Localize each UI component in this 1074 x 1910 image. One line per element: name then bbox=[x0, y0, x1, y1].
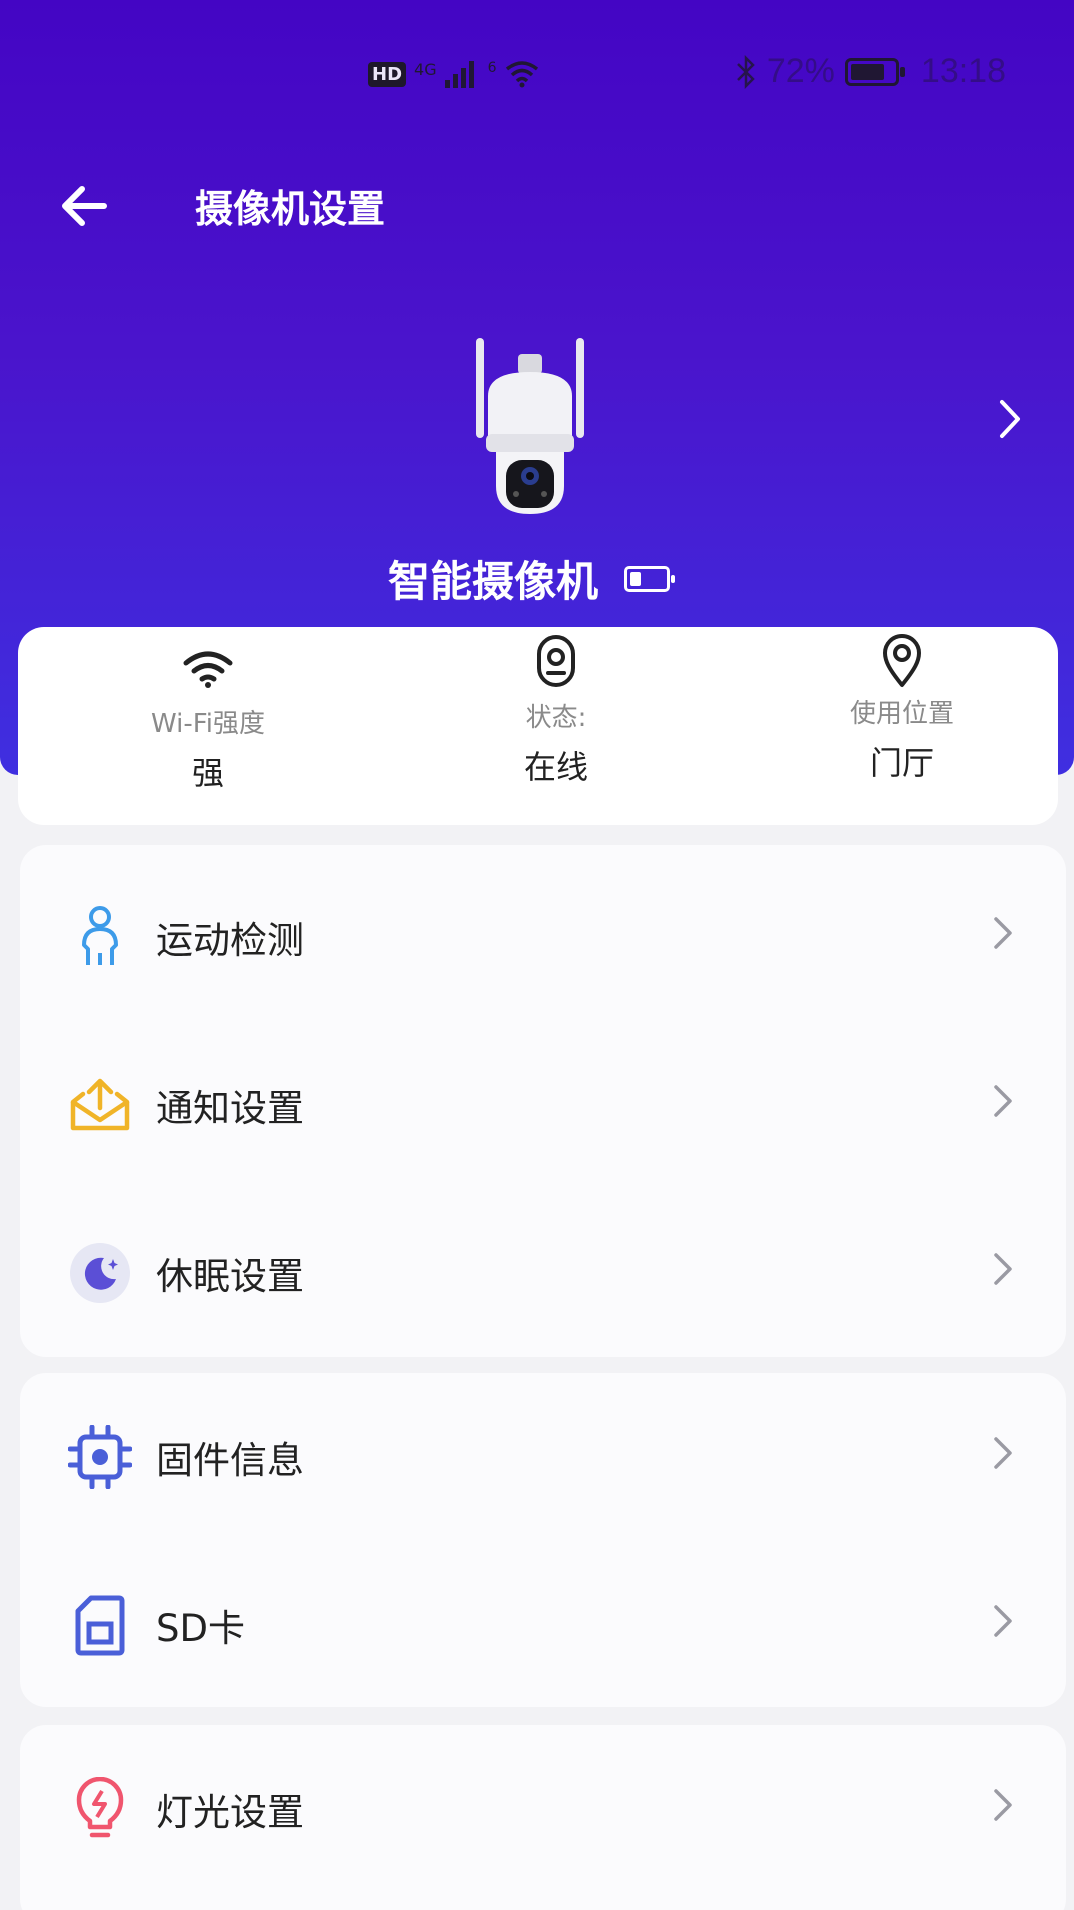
back-button[interactable] bbox=[56, 176, 116, 236]
settings-group-3: 灯光设置 bbox=[20, 1725, 1066, 1910]
lightbulb-icon bbox=[76, 1777, 124, 1838]
signal-icon bbox=[444, 60, 474, 88]
row-firmware-info[interactable]: 固件信息 bbox=[20, 1373, 1066, 1541]
location-label: 使用位置 bbox=[849, 699, 954, 729]
settings-group-1: 运动检测 通知设置 休眠设置 bbox=[20, 845, 1066, 1357]
camera-status-icon bbox=[537, 635, 575, 687]
wifi-strength-label: Wi-Fi强度 bbox=[150, 709, 266, 739]
row-light-settings[interactable]: 灯光设置 bbox=[20, 1725, 1066, 1893]
battery-icon bbox=[844, 57, 905, 86]
row-label: SD卡 bbox=[156, 1607, 245, 1650]
wifi-status-icon bbox=[505, 61, 538, 88]
row-label: 运动检测 bbox=[156, 919, 304, 962]
row-label: 固件信息 bbox=[156, 1439, 304, 1482]
device-info-card: Wi-Fi强度 强 状态: 在线 使用位置 门厅 bbox=[18, 627, 1058, 825]
chevron-right-icon bbox=[994, 917, 1012, 949]
person-icon bbox=[82, 906, 118, 965]
status-bar: HD 4G 6 72% 13:18 bbox=[0, 50, 1074, 100]
status-item: 状态: 在线 bbox=[426, 627, 686, 788]
wifi-strength-value: 强 bbox=[191, 754, 224, 792]
sd-card-icon bbox=[75, 1595, 125, 1656]
row-sleep-settings[interactable]: 休眠设置 bbox=[20, 1189, 1066, 1357]
row-motion-detection[interactable]: 运动检测 bbox=[20, 853, 1066, 1021]
status-value: 在线 bbox=[523, 748, 588, 786]
wifi-badge: 6 bbox=[487, 60, 497, 76]
device-battery-icon bbox=[624, 565, 676, 592]
device-name: 智能摄像机 bbox=[388, 548, 676, 609]
bluetooth-icon bbox=[736, 54, 755, 89]
location-item[interactable]: 使用位置 门厅 bbox=[772, 627, 1032, 784]
location-value: 门厅 bbox=[869, 744, 934, 782]
chevron-right-icon bbox=[994, 1789, 1012, 1821]
row-label: 灯光设置 bbox=[156, 1791, 304, 1834]
chevron-right-icon bbox=[994, 1437, 1012, 1469]
page-title: 摄像机设置 bbox=[195, 187, 386, 231]
camera-image bbox=[476, 338, 584, 514]
network-type: 4G bbox=[414, 60, 437, 79]
wifi-strength-item: Wi-Fi强度 强 bbox=[78, 627, 338, 794]
hd-badge: HD bbox=[368, 61, 407, 87]
settings-group-2: 固件信息 SD卡 bbox=[20, 1373, 1066, 1707]
moon-icon bbox=[70, 1243, 130, 1303]
chip-icon bbox=[68, 1425, 132, 1489]
mail-upload-icon bbox=[70, 1078, 130, 1131]
clock: 13:18 bbox=[920, 52, 1006, 90]
chevron-right-icon bbox=[994, 1605, 1012, 1637]
row-label: 通知设置 bbox=[156, 1087, 304, 1130]
chevron-right-icon bbox=[1000, 400, 1020, 438]
battery-percent: 72% bbox=[766, 52, 835, 90]
status-left: HD 4G 6 bbox=[368, 60, 539, 88]
back-arrow-icon bbox=[62, 186, 107, 226]
device-detail-button[interactable] bbox=[990, 394, 1030, 444]
wifi-icon bbox=[183, 651, 233, 688]
device-name-text: 智能摄像机 bbox=[388, 557, 599, 606]
location-pin-icon bbox=[883, 634, 921, 687]
row-sd-card[interactable]: SD卡 bbox=[20, 1541, 1066, 1709]
row-notification-settings[interactable]: 通知设置 bbox=[20, 1021, 1066, 1189]
status-label: 状态: bbox=[525, 703, 587, 733]
status-right: 72% 13:18 bbox=[735, 52, 1006, 91]
chevron-right-icon bbox=[994, 1253, 1012, 1285]
row-label: 休眠设置 bbox=[156, 1255, 304, 1298]
chevron-right-icon bbox=[994, 1085, 1012, 1117]
